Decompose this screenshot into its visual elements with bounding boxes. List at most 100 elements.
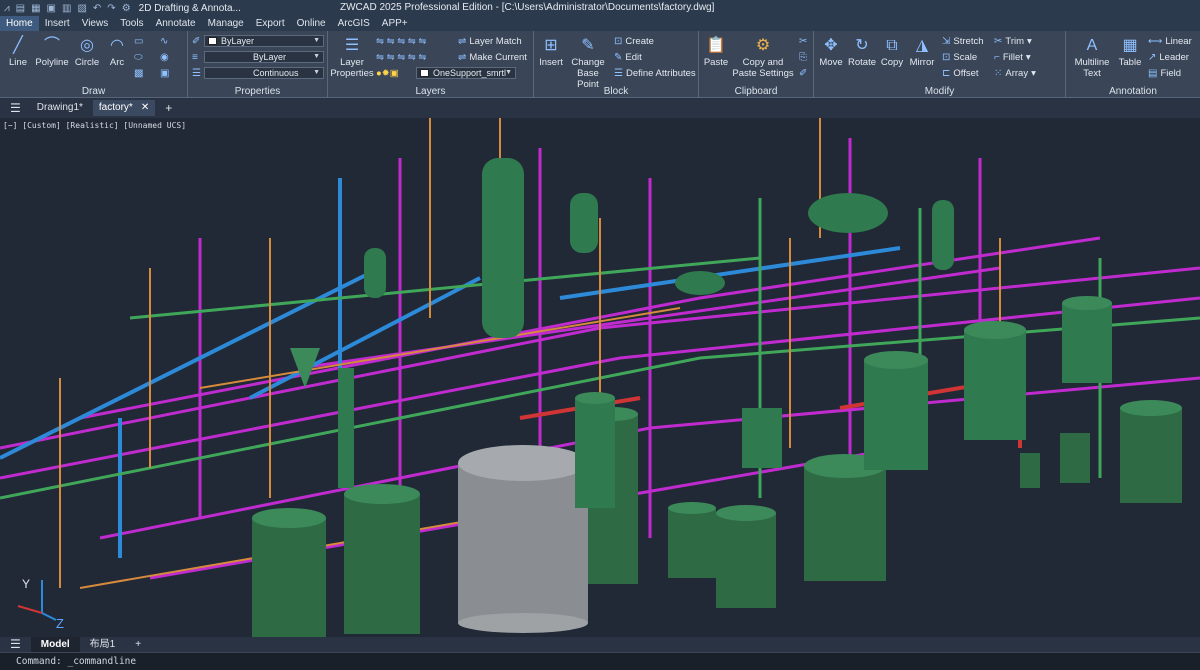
circle-button[interactable]: ◎ Circle (72, 35, 102, 68)
stretch-icon: ⇲ (942, 36, 951, 47)
plant-3d-model: Y Z (0, 118, 1200, 637)
move-button[interactable]: ✥ Move (816, 35, 846, 68)
add-tab-icon[interactable]: + (159, 100, 178, 116)
modify-panel-label: Modify (924, 86, 955, 97)
draw-panel: ╱ Line ⌒ Polyline ◎ Circle ◠ Arc ▭ ∿ ⬭ ◉ ▩ ▣… (0, 31, 188, 98)
table-icon: ▦ (1122, 36, 1138, 54)
line-button[interactable]: ╱ Line (4, 35, 32, 68)
viewport-controls-label[interactable]: [−] [Custom] [Realistic] [Unnamed UCS] (3, 121, 186, 130)
document-tab-bar: ☰ Drawing1* factory* ✕ + (0, 98, 1200, 118)
z-axis-label: Z (56, 616, 64, 631)
clipboard-panel: 📋 Paste ⚙ Copy and Paste Settings ✂ ⎘ ✐ Cl… (699, 31, 814, 98)
define-attributes-button[interactable]: ☰ Define Attributes (614, 68, 696, 79)
tab-online[interactable]: Online (291, 16, 332, 31)
match-prop-icon[interactable]: ✐ (799, 68, 807, 79)
offset-icon: ⊏ (942, 68, 951, 79)
copy-button[interactable]: ⧉ Copy (878, 35, 906, 68)
match-properties-icon[interactable]: ✐ (192, 36, 200, 47)
multiline-text-button[interactable]: A Multiline Text (1070, 35, 1114, 79)
tab-insert[interactable]: Insert (39, 16, 76, 31)
command-line[interactable]: Command: _commandline (0, 652, 1200, 670)
offset-button[interactable]: ⊏ Offset (942, 68, 979, 79)
drawing-viewport[interactable]: [−] [Custom] [Realistic] [Unnamed UCS] Y… (0, 118, 1200, 637)
menu-icon[interactable]: ☰ (4, 100, 27, 116)
polyline-icon: ⌒ (43, 36, 60, 54)
arc-button[interactable]: ◠ Arc (104, 35, 130, 68)
region-icon[interactable]: ▣ (160, 68, 169, 79)
tab-home[interactable]: Home (0, 16, 39, 31)
tab-model[interactable]: Model (30, 637, 80, 652)
donut-icon[interactable]: ◉ (160, 52, 169, 63)
current-layer-combo[interactable]: OneSupport_smrtl ▼ (416, 67, 516, 79)
create-block-button[interactable]: ⊡ Create (614, 36, 654, 47)
close-tab-icon[interactable]: ✕ (141, 100, 149, 116)
change-base-point-button[interactable]: ✎ Change Base Point (566, 35, 610, 90)
workspace-selector[interactable]: 2D Drafting & Annota... (139, 3, 241, 14)
polyline-button[interactable]: ⌒ Polyline (34, 35, 70, 68)
layer-match-button[interactable]: ⇌ Layer Match (458, 36, 522, 47)
save-icon[interactable]: ▣ (47, 3, 56, 14)
properties-panel: ✐ ByLayer ▼ ≡ ByLayer ▼ ☰ Continuous ▼ Prop… (188, 31, 328, 98)
app-logo-icon[interactable]: ⩘ (4, 3, 10, 14)
mirror-button[interactable]: ◮ Mirror (907, 35, 937, 68)
layer-properties-button[interactable]: ☰ Layer Properties (330, 35, 374, 79)
layer-tools-icon[interactable]: ⇋ ⇋ ⇋ ⇋ ⇋ (376, 36, 426, 47)
workspace-gear-icon[interactable]: ⚙ (122, 3, 131, 14)
arc-icon: ◠ (110, 36, 124, 54)
linetype-icon[interactable]: ≡ (192, 52, 198, 63)
add-layout-icon[interactable]: + (125, 637, 151, 652)
insert-block-button[interactable]: ⊞ Insert (536, 35, 566, 68)
tab-factory[interactable]: factory* ✕ (92, 100, 156, 116)
tab-drawing1[interactable]: Drawing1* (31, 100, 89, 116)
ellipse-icon[interactable]: ⬭ (134, 52, 143, 63)
spline-icon[interactable]: ∿ (160, 36, 168, 47)
undo-icon[interactable]: ↶ (93, 3, 101, 14)
tab-views[interactable]: Views (76, 16, 115, 31)
copy-paste-settings-button[interactable]: ⚙ Copy and Paste Settings (731, 35, 795, 79)
field-button[interactable]: ▤ Field (1148, 68, 1181, 79)
layout-menu-icon[interactable]: ☰ (0, 637, 31, 652)
hatch-icon[interactable]: ▩ (134, 68, 143, 79)
tab-app-plus[interactable]: APP+ (376, 16, 414, 31)
tab-annotate[interactable]: Annotate (150, 16, 202, 31)
leader-icon: ↗ (1148, 52, 1157, 63)
open-file-icon[interactable]: ▦ (31, 3, 40, 14)
make-current-button[interactable]: ⇌ Make Current (458, 52, 527, 63)
scale-button[interactable]: ⊡ Scale (942, 52, 977, 63)
fillet-button[interactable]: ⌐ Fillet ▾ (994, 52, 1031, 63)
trim-button[interactable]: ✂ Trim ▾ (994, 36, 1032, 47)
array-button[interactable]: ⁙ Array ▾ (994, 68, 1036, 79)
save-as-icon[interactable]: ▥ (62, 3, 71, 14)
edit-block-button[interactable]: ✎ Edit (614, 52, 642, 63)
linetype-combo[interactable]: ByLayer ▼ (204, 51, 324, 63)
lineweight-icon[interactable]: ☰ (192, 68, 201, 79)
tab-tools[interactable]: Tools (114, 16, 149, 31)
table-button[interactable]: ▦ Table (1116, 35, 1144, 68)
linear-dim-button[interactable]: ⟷ Linear (1148, 36, 1192, 47)
draw-panel-label: Draw (81, 86, 106, 97)
rotate-button[interactable]: ↻ Rotate (847, 35, 877, 68)
copy-clip-icon[interactable]: ⎘ (799, 52, 807, 63)
array-icon: ⁙ (994, 68, 1003, 79)
tab-arcgis[interactable]: ArcGIS (332, 16, 376, 31)
rotate-icon: ↻ (855, 36, 869, 54)
layers-panel-label: Layers (415, 86, 446, 97)
print-icon[interactable]: ▧ (77, 3, 86, 14)
leader-button[interactable]: ↗ Leader (1148, 52, 1189, 63)
tab-export[interactable]: Export (250, 16, 291, 31)
paste-button[interactable]: 📋 Paste (701, 35, 731, 68)
redo-icon[interactable]: ↷ (107, 3, 115, 14)
lineweight-combo[interactable]: Continuous ▼ (204, 67, 324, 79)
cut-icon[interactable]: ✂ (799, 36, 807, 47)
field-icon: ▤ (1148, 68, 1158, 79)
layer-state-icon[interactable]: ⇋ ⇋ ⇋ ⇋ ⇋ (376, 52, 426, 63)
new-file-icon[interactable]: ▤ (16, 3, 25, 14)
tab-manage[interactable]: Manage (202, 16, 250, 31)
tab-layout1[interactable]: 布局1 (80, 637, 126, 652)
layout-tab-bar: ☰ Model 布局1 + (0, 637, 1200, 652)
create-block-icon: ⊡ (614, 36, 623, 47)
stretch-button[interactable]: ⇲ Stretch (942, 36, 984, 47)
rectangle-icon[interactable]: ▭ (134, 36, 143, 47)
block-panel-label: Block (603, 86, 629, 97)
color-combo[interactable]: ByLayer ▼ (204, 35, 324, 47)
